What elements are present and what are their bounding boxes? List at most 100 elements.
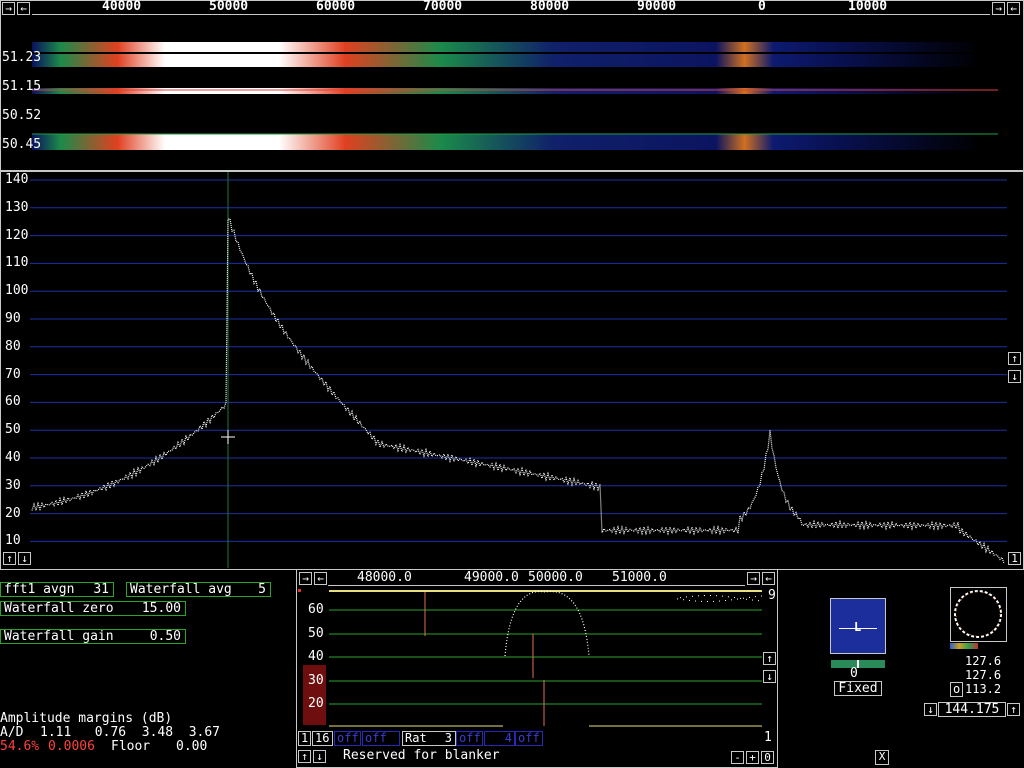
fm-off-toggle[interactable]: off	[362, 731, 400, 746]
spectrum-avg-button[interactable]: 1	[1008, 552, 1021, 565]
spectrum-y-tick-0: 140	[5, 172, 29, 187]
baseband-marker	[298, 589, 301, 592]
waterfall-scroll-left-button-2[interactable]: ←	[1007, 2, 1020, 15]
volume-minus-button[interactable]: -	[731, 751, 744, 764]
spectrum-y-tick-6: 80	[5, 338, 21, 354]
waterfall-band-1	[32, 44, 982, 52]
waterfall-time-label-2: 50.52	[2, 108, 42, 123]
fft1-avgn-label: fft1 avgn	[4, 582, 75, 597]
baseband-scroll-left-button-2[interactable]: ←	[762, 572, 775, 585]
floor-value: 0.00	[176, 739, 208, 754]
overload-ratio: 0.0006	[48, 739, 95, 754]
volume-plus-button[interactable]: +	[746, 751, 759, 764]
waterfall-avg-label: Waterfall avg	[130, 582, 232, 597]
spectrum-y-tick-8: 60	[5, 394, 21, 410]
squelch-off-toggle[interactable]: off	[515, 731, 543, 746]
spectrum-y-tick-1: 130	[5, 199, 29, 215]
rat-label: Rat	[405, 731, 427, 745]
spectrum-scroll-down-button[interactable]: ↓	[18, 552, 31, 565]
waterfall-avg-field[interactable]: Waterfall avg 5	[126, 582, 271, 597]
bandwidth-box[interactable]: 16	[312, 731, 333, 746]
fft1-avgn-field[interactable]: fft1 avgn 31	[0, 582, 114, 597]
waterfall-time-label-1: 51.15	[2, 79, 42, 94]
s-meter-bar	[831, 660, 885, 668]
waterfall-scroll-right-button-2[interactable]: →	[992, 2, 1005, 15]
waterfall-gain-label: Waterfall gain	[4, 629, 114, 644]
coherent-off-toggle[interactable]: off	[456, 731, 483, 746]
s-meter-mode-button[interactable]: Fixed	[834, 681, 882, 696]
overload-percent: 54.6%	[0, 739, 40, 754]
baseband-bottom-right-label: 1	[764, 730, 772, 745]
coherent-o-box[interactable]: o	[950, 682, 963, 697]
baseband-gain-down-button[interactable]: ↓	[763, 670, 776, 683]
waterfall-band-6	[32, 140, 982, 150]
waterfall-zero-field[interactable]: Waterfall zero 15.00	[0, 601, 186, 616]
baseband-gain-up-button[interactable]: ↑	[763, 652, 776, 665]
amplitude-margins-title: Amplitude margins (dB)	[0, 711, 173, 726]
channel-number-box[interactable]: 4	[484, 731, 515, 746]
agc-off-toggle[interactable]: off	[334, 731, 361, 746]
baseband-scroll-left-button[interactable]: ←	[314, 572, 327, 585]
freq-up-button[interactable]: ↑	[1007, 703, 1020, 716]
spectrum-trace	[31, 218, 1005, 564]
waterfall-freq-tick-6: 0	[758, 0, 766, 14]
waterfall-scroll-right-button[interactable]: →	[2, 2, 15, 15]
phase-circle-icon	[954, 590, 1002, 638]
coherent-value-3: 113.2	[965, 682, 1002, 696]
baseband-top-right-label: 9	[768, 588, 776, 603]
freq-down-button[interactable]: ↓	[924, 703, 937, 716]
baseband-plot[interactable]	[297, 586, 777, 731]
waterfall-zero-label: Waterfall zero	[4, 601, 114, 616]
baseband-y-tick-3: 30	[308, 673, 324, 688]
baseband-left-value-box[interactable]: 1	[298, 731, 311, 746]
baseband-freq-tick-2: 50000.0	[528, 570, 583, 585]
waterfall-freq-tick-4: 80000	[530, 0, 570, 14]
baseband-y-tick-0: 60	[308, 602, 324, 617]
baseband-freq-tick-0: 48000.0	[357, 570, 412, 585]
waterfall-gain-field[interactable]: Waterfall gain 0.50	[0, 629, 186, 644]
rat-value: 3	[444, 731, 452, 745]
volume-zero-button[interactable]: 0	[761, 751, 774, 764]
baseband-freq-tick-1: 49000.0	[464, 570, 519, 585]
spectrum-scale-up-button[interactable]: ↑	[1008, 352, 1021, 365]
waterfall-freq-tick-0: 40000	[102, 0, 142, 14]
spectrum-scroll-up-button[interactable]: ↑	[3, 552, 16, 565]
bottom-scroll-down-button[interactable]: ↓	[313, 750, 326, 763]
baseband-y-tick-2: 40	[308, 649, 324, 664]
waterfall-avg-value: 5	[258, 582, 266, 597]
phase-scope	[950, 587, 1007, 642]
waterfall-scroll-left-button[interactable]: ←	[17, 2, 30, 15]
baseband-scroll-right-button-2[interactable]: →	[747, 572, 760, 585]
waterfall-freq-tick-5: 90000	[637, 0, 677, 14]
waterfall-band-4	[32, 88, 982, 94]
fft1-avgn-value: 31	[93, 582, 109, 597]
close-button[interactable]: X	[875, 750, 889, 765]
waterfall-time-label-0: 51.23	[2, 50, 42, 65]
waterfall-freq-tick-2: 60000	[316, 0, 356, 14]
bottom-scroll-up-button[interactable]: ↑	[298, 750, 311, 763]
baseband-freq-tick-3: 51000.0	[612, 570, 667, 585]
s-meter-value: 0	[850, 666, 858, 681]
waterfall-time-label-3: 50.45	[2, 137, 42, 152]
baseband-scroll-right-button[interactable]: →	[299, 572, 312, 585]
s-meter-display: L	[830, 598, 886, 654]
s-meter-letter: L	[854, 620, 862, 634]
spectrum-plot[interactable]	[0, 170, 1024, 570]
coherent-value-2: 127.6	[965, 668, 1002, 682]
waterfall-freq-tick-7: 10000	[848, 0, 888, 14]
spectrum-scale-down-button[interactable]: ↓	[1008, 370, 1021, 383]
waterfall-freq-tick-1: 50000	[209, 0, 249, 14]
rat-field[interactable]: Rat 3	[402, 731, 456, 746]
waterfall-scale-bar	[32, 14, 990, 15]
baseband-y-tick-1: 50	[308, 626, 324, 641]
baseband-filter-curve	[504, 590, 590, 657]
waterfall-zero-value: 15.00	[141, 601, 181, 616]
ad-label: A/D	[0, 725, 24, 740]
frequency-readout[interactable]: 144.175	[938, 702, 1006, 717]
spectrum-y-tick-13: 10	[5, 533, 21, 549]
waterfall-band-3	[32, 60, 982, 67]
spectrum-y-tick-2: 120	[5, 227, 29, 243]
spectrum-y-tick-10: 40	[5, 450, 21, 465]
spectrum-y-tick-11: 30	[5, 477, 21, 493]
spectrum-y-tick-12: 20	[5, 505, 21, 521]
